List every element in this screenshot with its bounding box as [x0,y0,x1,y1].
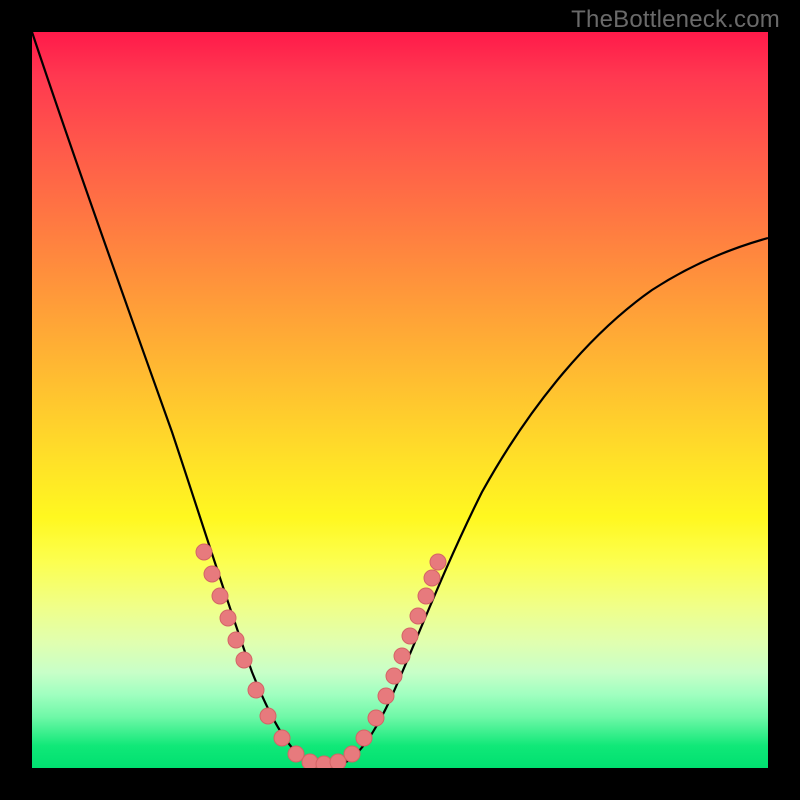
curve-marker [418,588,434,604]
curve-marker [356,730,372,746]
curve-marker [378,688,394,704]
curve-marker [196,544,212,560]
curve-marker [430,554,446,570]
curve-marker [424,570,440,586]
curve-marker [228,632,244,648]
curve-marker [368,710,384,726]
curve-marker [394,648,410,664]
watermark-text: TheBottleneck.com [571,6,780,34]
curve-marker [212,588,228,604]
curve-marker [302,754,318,768]
curve-marker [386,668,402,684]
curve-marker [248,682,264,698]
plot-area [32,32,768,768]
curve-marker [344,746,360,762]
curve-marker [402,628,418,644]
bottleneck-curve-svg [32,32,768,768]
curve-marker [220,610,236,626]
curve-marker [330,754,346,768]
curve-marker [236,652,252,668]
curve-marker [204,566,220,582]
curve-marker [288,746,304,762]
chart-frame: TheBottleneck.com [0,0,800,800]
curve-marker [274,730,290,746]
curve-marker [260,708,276,724]
curve-marker [410,608,426,624]
